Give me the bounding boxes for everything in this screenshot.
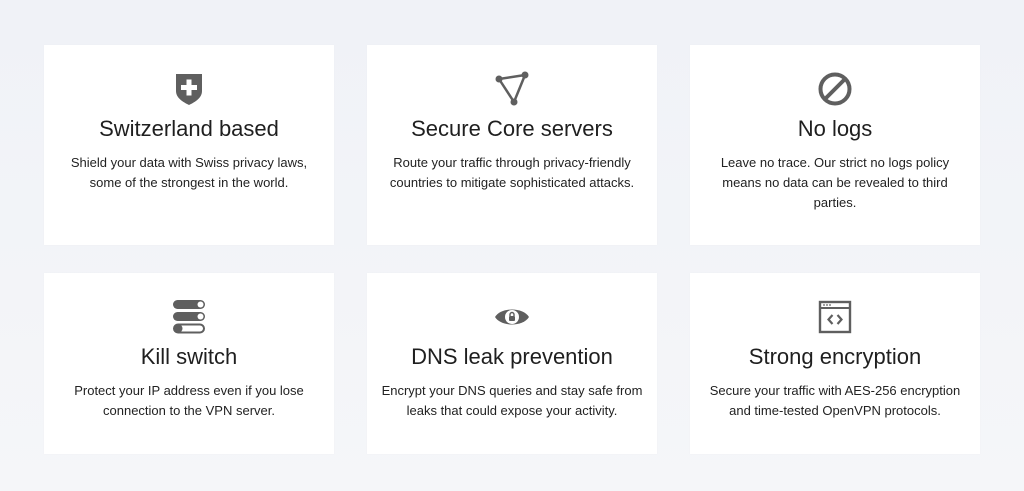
features-grid: Switzerland based Shield your data with … xyxy=(44,45,980,454)
feature-description: Leave no trace. Our strict no logs polic… xyxy=(720,155,950,210)
feature-title: Strong encryption xyxy=(748,344,922,369)
triangle-nodes-icon xyxy=(494,71,530,107)
feature-title: DNS leak prevention xyxy=(411,344,613,369)
code-window-icon xyxy=(817,299,853,335)
feature-card-secure-core: Secure Core servers Route your traffic t… xyxy=(367,45,657,245)
toggle-stack-icon xyxy=(171,299,207,335)
feature-card-kill-switch: Kill switch Protect your IP address even… xyxy=(44,273,334,454)
feature-title: Kill switch xyxy=(140,344,238,369)
feature-card-no-logs: No logs Leave no trace. Our strict no lo… xyxy=(690,45,980,245)
eye-lock-icon xyxy=(494,299,530,335)
feature-description: Protect your IP address even if you lose… xyxy=(74,383,304,418)
no-entry-icon xyxy=(817,71,853,107)
feature-card-switzerland: Switzerland based Shield your data with … xyxy=(44,45,334,245)
feature-description: Shield your data with Swiss privacy laws… xyxy=(70,155,308,190)
feature-card-dns-leak: DNS leak prevention Encrypt your DNS que… xyxy=(367,273,657,454)
shield-swiss-cross-icon xyxy=(171,71,207,107)
feature-description: Encrypt your DNS queries and stay safe f… xyxy=(381,383,643,418)
feature-card-strong-encryption: Strong encryption Secure your traffic wi… xyxy=(690,273,980,454)
feature-description: Route your traffic through privacy-frien… xyxy=(389,155,635,190)
feature-title: No logs xyxy=(797,116,873,141)
feature-title: Secure Core servers xyxy=(411,116,613,141)
feature-description: Secure your traffic with AES-256 encrypt… xyxy=(709,383,961,418)
feature-title: Switzerland based xyxy=(99,116,279,141)
